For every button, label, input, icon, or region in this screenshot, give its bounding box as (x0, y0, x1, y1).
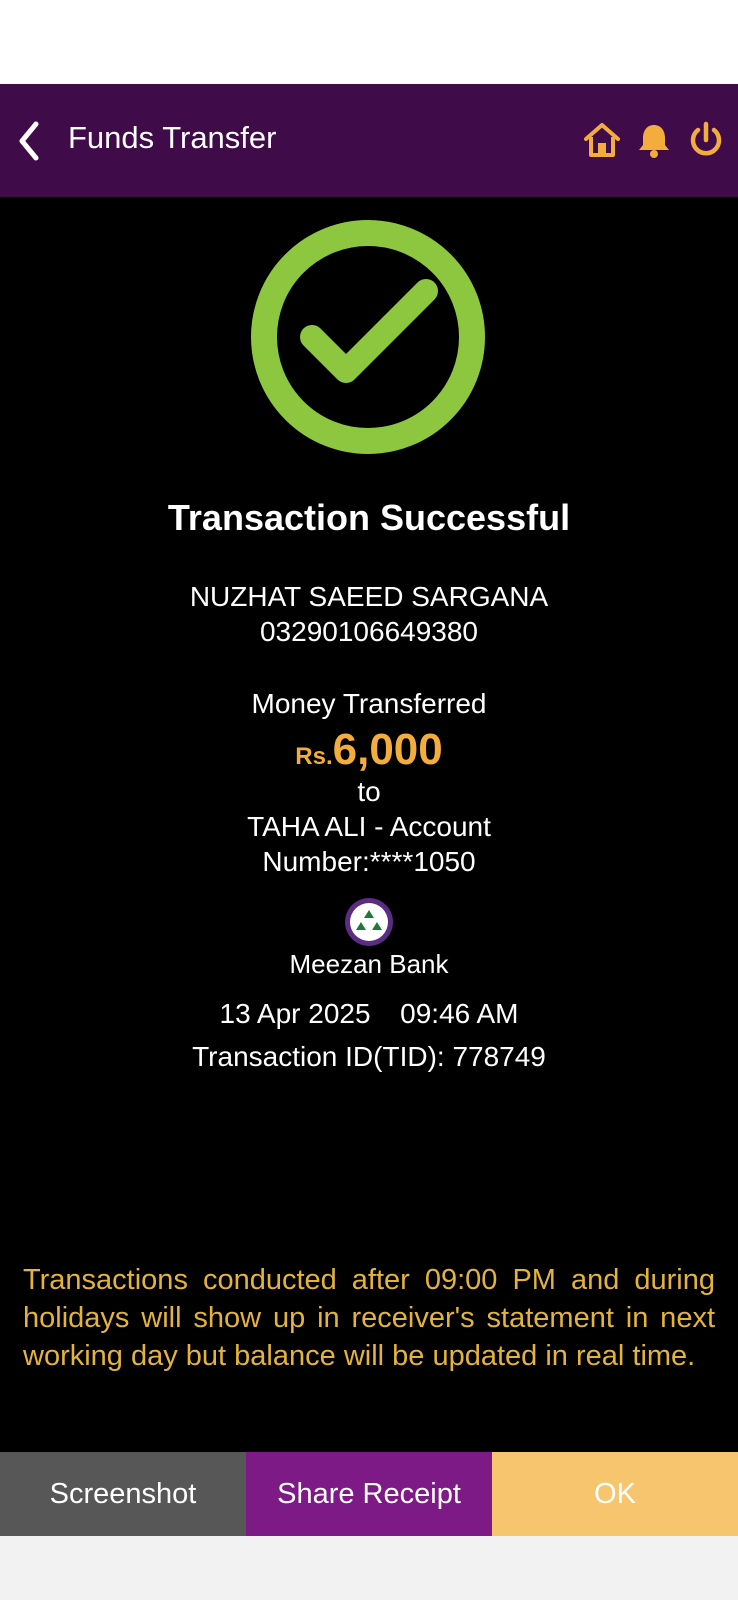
status-bar (0, 0, 738, 84)
transaction-date: 13 Apr 2025 (219, 998, 371, 1029)
processing-notice: Transactions conducted after 09:00 PM an… (23, 1264, 715, 1372)
notifications-button[interactable] (634, 120, 674, 160)
share-receipt-button[interactable]: Share Receipt (246, 1452, 492, 1536)
sender-name: NUZHAT SAEED SARGANA (189, 581, 549, 612)
back-button[interactable] (8, 116, 52, 166)
home-button[interactable] (582, 120, 622, 160)
home-icon (584, 123, 620, 157)
transaction-status: Transaction Successful (167, 497, 571, 538)
date-time: 13 Apr 2025 09:46 AM (0, 997, 738, 1031)
meezan-bank-logo (345, 898, 393, 946)
transfer-amount: 6,000 (332, 725, 443, 774)
currency-label: Rs. (295, 743, 333, 770)
transaction-time: 09:46 AM (400, 998, 519, 1029)
bank-name: Meezan Bank (289, 949, 449, 979)
page-title: Funds Transfer (68, 120, 277, 155)
app-header: Funds Transfer (0, 84, 738, 197)
logout-button[interactable] (686, 120, 726, 160)
screenshot-button[interactable]: Screenshot (0, 1452, 246, 1536)
action-bar: Screenshot Share Receipt OK (0, 1452, 738, 1536)
check-circle-icon (251, 220, 485, 454)
home-indicator-area (0, 1536, 738, 1600)
recipient-line-1: TAHA ALI - Account (247, 811, 491, 842)
power-icon (690, 121, 722, 156)
to-label: to (357, 776, 381, 807)
back-arrow-icon (19, 121, 39, 161)
bell-icon (639, 125, 669, 158)
recipient-line-2: Number:****1050 (262, 846, 476, 877)
sender-account: 03290106649380 (259, 616, 478, 647)
ok-button[interactable]: OK (492, 1452, 738, 1536)
receipt-panel: Transaction Successful NUZHAT SAEED SARG… (0, 197, 738, 1452)
money-transferred-label: Money Transferred (251, 688, 487, 719)
transaction-id: Transaction ID(TID): 778749 (192, 1041, 546, 1072)
